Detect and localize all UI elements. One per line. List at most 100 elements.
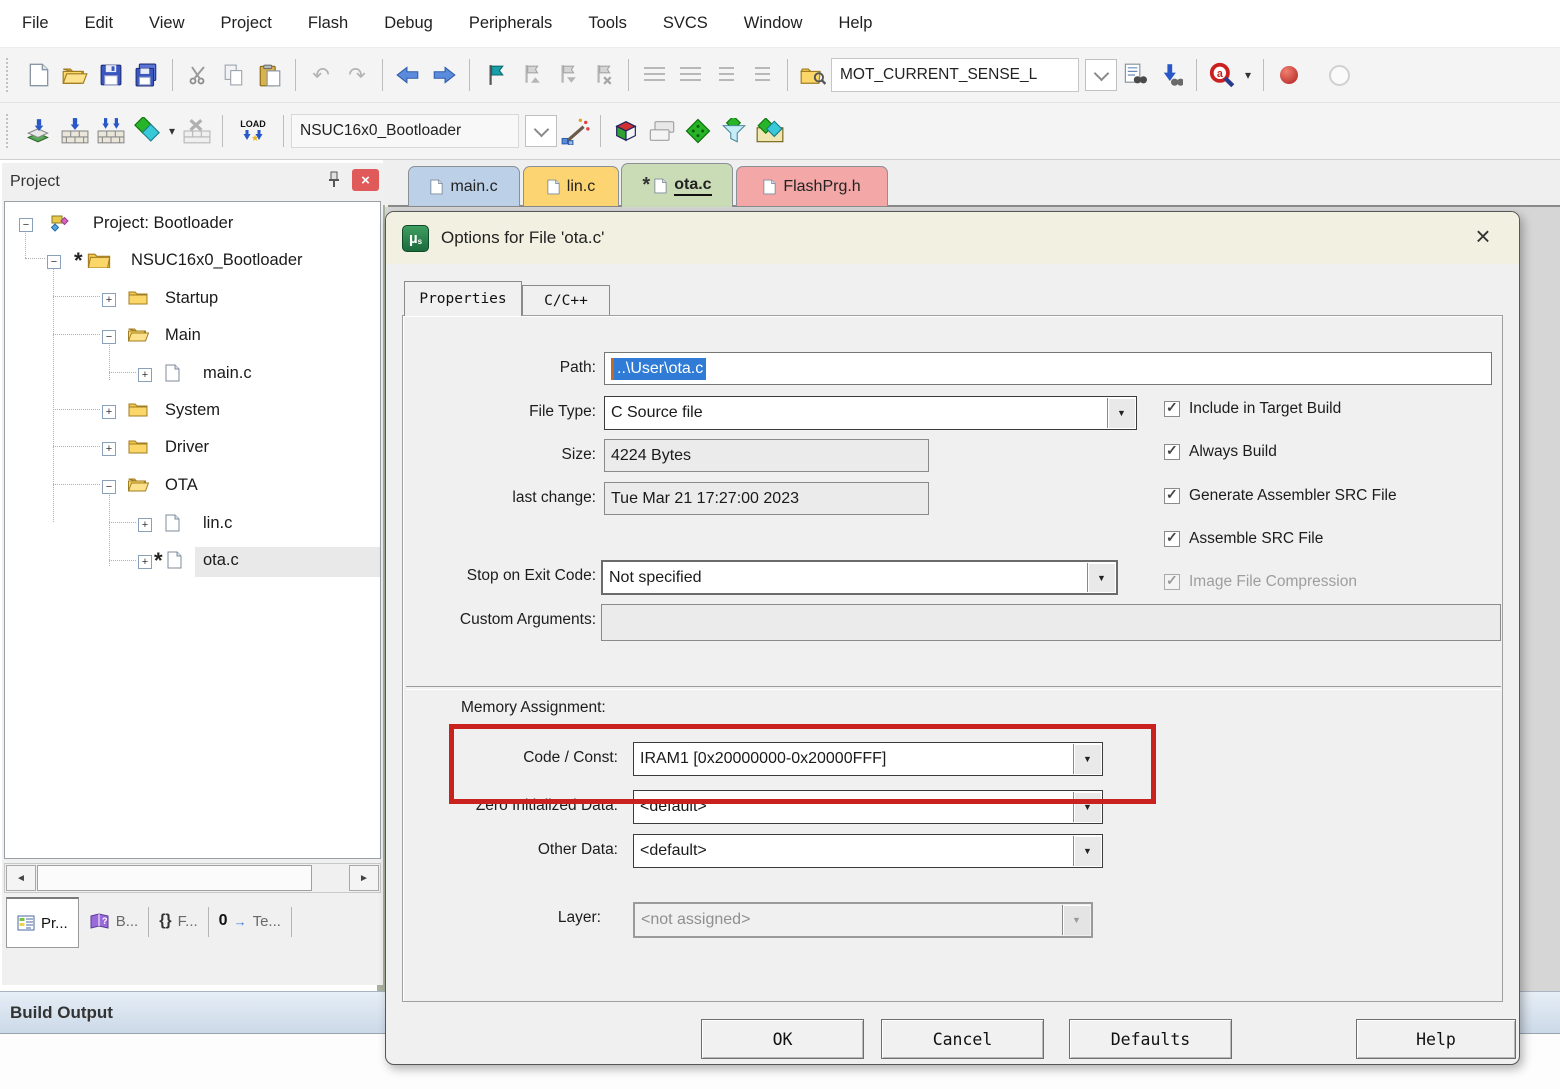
build-icon[interactable] (57, 113, 93, 149)
save-all-icon[interactable] (129, 57, 165, 93)
tree-item-main[interactable]: Main (165, 326, 201, 345)
breakpoint-insert-icon[interactable] (1271, 57, 1307, 93)
stop-build-icon[interactable] (179, 113, 215, 149)
run-time-environment-icon[interactable] (752, 113, 788, 149)
tree-expander[interactable] (102, 330, 116, 344)
software-pack-diamond-icon[interactable] (680, 113, 716, 149)
menu-file[interactable]: File (22, 14, 49, 33)
checkbox-include-in-target-build[interactable]: Include in Target Build (1164, 400, 1341, 418)
navigate-back-icon[interactable] (390, 57, 426, 93)
search-combobox[interactable]: MOT_CURRENT_SENSE_L (831, 58, 1079, 92)
find-in-files-folder-icon[interactable] (795, 57, 831, 93)
tree-item-lin-c[interactable]: lin.c (203, 514, 232, 533)
pin-icon[interactable] (327, 171, 341, 193)
uncomment-icon[interactable] (744, 57, 780, 93)
tab-main-c[interactable]: main.c (408, 166, 520, 206)
stop-on-exit-combobox[interactable]: Not specified (601, 560, 1118, 595)
horizontal-scrollbar[interactable]: ◄ ► (4, 863, 381, 893)
tab-functions-pane[interactable]: F... (149, 897, 207, 945)
comment-icon[interactable] (708, 57, 744, 93)
tree-expander[interactable] (138, 518, 152, 532)
code-const-combobox[interactable]: IRAM1 [0x20000000-0x20000FFF] (633, 742, 1103, 776)
windows-layout-icon[interactable] (644, 113, 680, 149)
target-combobox[interactable]: NSUC16x0_Bootloader (291, 114, 519, 148)
bookmark-clear-icon[interactable] (585, 57, 621, 93)
checkbox-generate-assembler-src[interactable]: Generate Assembler SRC File (1164, 487, 1397, 505)
dialog-close-icon[interactable] (1469, 222, 1497, 250)
bookmark-prev-icon[interactable] (513, 57, 549, 93)
check-icon[interactable] (1164, 444, 1180, 460)
tab-lin-c[interactable]: lin.c (523, 166, 619, 206)
translate-icon[interactable] (21, 113, 57, 149)
menu-tools[interactable]: Tools (588, 14, 627, 33)
tree-item-project-bootloader[interactable]: Project: Bootloader (93, 214, 233, 233)
tree-item-ota[interactable]: OTA (165, 476, 198, 495)
dropdown-arrow-icon[interactable] (1087, 563, 1115, 592)
copy-icon[interactable] (216, 57, 252, 93)
dropdown-arrow-icon[interactable] (1073, 836, 1101, 866)
paste-icon[interactable] (252, 57, 288, 93)
menu-view[interactable]: View (149, 14, 184, 33)
dropdown-arrow-icon[interactable] (1073, 744, 1101, 774)
cancel-button[interactable]: Cancel (881, 1019, 1044, 1059)
menu-debug[interactable]: Debug (384, 14, 433, 33)
tab-properties[interactable]: Properties (404, 281, 522, 316)
download-load-icon[interactable]: LOAD ★ (230, 113, 276, 149)
menu-flash[interactable]: Flash (308, 14, 348, 33)
tree-expander[interactable] (47, 255, 61, 269)
save-icon[interactable] (93, 57, 129, 93)
tree-expander[interactable] (102, 405, 116, 419)
tab-flashprg-h[interactable]: FlashPrg.h (736, 166, 888, 206)
file-type-combobox[interactable]: C Source file (604, 396, 1137, 430)
tree-item-main-c[interactable]: main.c (203, 364, 252, 383)
tree-expander[interactable] (19, 218, 33, 232)
find-magnifier-icon[interactable]: a (1204, 57, 1240, 93)
batch-build-caret[interactable] (165, 113, 179, 149)
close-panel-icon[interactable] (352, 169, 379, 191)
dropdown-arrow-icon[interactable] (1073, 792, 1101, 822)
batch-build-icon[interactable] (129, 113, 165, 149)
checkbox-always-build[interactable]: Always Build (1164, 443, 1277, 461)
find-dropdown-caret[interactable] (1240, 57, 1256, 93)
ok-button[interactable]: OK (701, 1019, 864, 1059)
menu-window[interactable]: Window (744, 14, 803, 33)
incremental-find-icon[interactable] (1153, 57, 1189, 93)
menu-help[interactable]: Help (838, 14, 872, 33)
tree-item-system[interactable]: System (165, 401, 220, 420)
new-file-icon[interactable] (21, 57, 57, 93)
tree-expander[interactable] (102, 442, 116, 456)
navigate-forward-icon[interactable] (426, 57, 462, 93)
scroll-right-button[interactable]: ► (349, 865, 379, 891)
target-dropdown-button[interactable] (525, 115, 557, 147)
checkbox-assemble-src[interactable]: Assemble SRC File (1164, 530, 1323, 548)
outdent-icon[interactable] (672, 57, 708, 93)
open-folder-icon[interactable] (57, 57, 93, 93)
tab-books-pane[interactable]: ? B... (79, 897, 149, 945)
help-button[interactable]: Help (1356, 1019, 1516, 1059)
tab-project-pane[interactable]: Pr... (6, 897, 79, 948)
menu-svcs[interactable]: SVCS (663, 14, 708, 33)
tree-expander[interactable] (138, 555, 152, 569)
redo-icon[interactable]: ↷ (339, 57, 375, 93)
tree-expander[interactable] (102, 480, 116, 494)
other-data-combobox[interactable]: <default> (633, 834, 1103, 868)
menu-project[interactable]: Project (221, 14, 272, 33)
path-input[interactable]: ..\User\ota.c (604, 352, 1492, 385)
manage-components-cube-icon[interactable] (608, 113, 644, 149)
rebuild-icon[interactable] (93, 113, 129, 149)
tab-ota-c[interactable]: * ota.c (621, 163, 733, 207)
menu-peripherals[interactable]: Peripherals (469, 14, 552, 33)
breakpoint-disable-icon[interactable] (1321, 57, 1357, 93)
find-in-files-icon[interactable] (1117, 57, 1153, 93)
check-icon[interactable] (1164, 401, 1180, 417)
check-icon[interactable] (1164, 531, 1180, 547)
undo-icon[interactable]: ↶ (303, 57, 339, 93)
tree-item-driver[interactable]: Driver (165, 438, 209, 457)
menu-edit[interactable]: Edit (85, 14, 113, 33)
tab-templates-pane[interactable]: Te... (209, 897, 291, 945)
search-dropdown-button[interactable] (1085, 59, 1117, 91)
scrollbar-thumb[interactable] (37, 865, 312, 891)
defaults-button[interactable]: Defaults (1069, 1019, 1232, 1059)
dropdown-arrow-icon[interactable] (1107, 398, 1135, 428)
tree-expander[interactable] (102, 293, 116, 307)
